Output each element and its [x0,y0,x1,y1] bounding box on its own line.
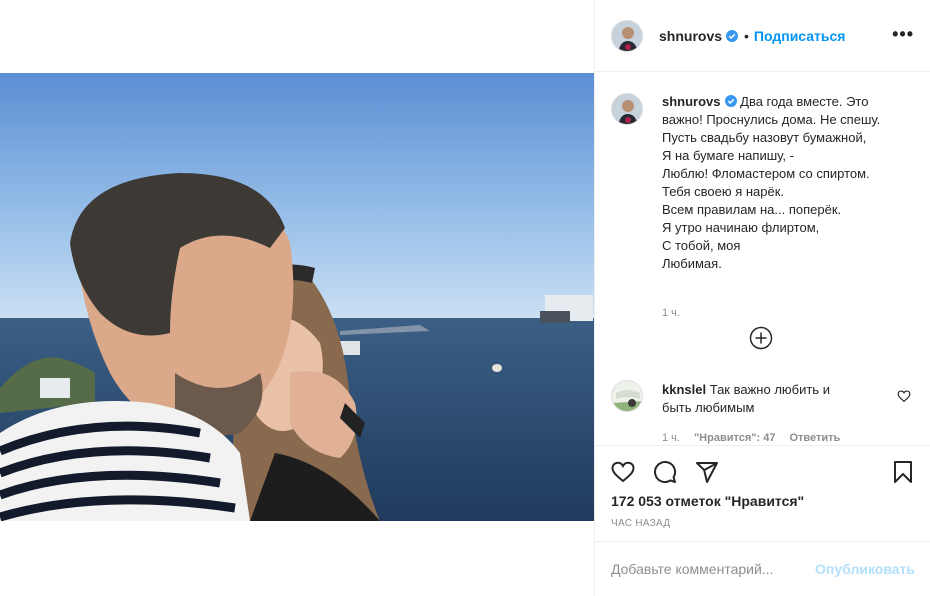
caption-author-avatar[interactable] [611,93,643,125]
author-avatar[interactable] [611,19,643,52]
caption-avatar-image [612,94,642,124]
plus-circle-icon[interactable] [749,326,773,350]
comment-input[interactable] [611,561,816,577]
author-avatar-image [612,20,642,51]
follow-button[interactable]: Подписаться [754,28,846,44]
commenter-username[interactable]: kknslel [662,382,706,397]
post-header: shnurovs • Подписаться ••• [595,0,930,72]
comment-likes[interactable]: "Нравится": 47 [694,432,775,444]
caption-poem: Пусть свадьбу назовут бумажной, Я на бум… [662,130,870,271]
post-side-panel: shnurovs • Подписаться ••• shnurovs Два … [594,0,930,596]
add-comment-bar: Опубликовать [595,541,930,596]
comments-section[interactable]: shnurovs Два года вместе. Это важно! Про… [595,73,930,445]
paper-plane-icon[interactable] [695,460,719,484]
caption-text: shnurovs Два года вместе. Это важно! Про… [662,93,912,273]
comment-heart-icon[interactable] [897,389,911,403]
commenter-avatar-image [612,381,642,411]
commenter-avatar[interactable] [611,380,643,412]
comment-time[interactable]: 1 ч. [662,432,680,444]
author-username[interactable]: shnurovs [659,28,722,44]
comment-text: kknslel Так важно любить и быть любимым [662,381,862,417]
caption-username[interactable]: shnurovs [662,94,721,109]
post-timestamp[interactable]: час назад [611,518,670,529]
action-icons [611,460,719,484]
post-actions: 172 053 отметок "Нравится" час назад [595,445,930,545]
post-photo-image [0,73,594,521]
caption-time[interactable]: 1 ч. [662,307,680,319]
comment-meta: 1 ч. "Нравится": 47 Ответить [662,432,854,444]
publish-button[interactable]: Опубликовать [815,561,915,577]
likes-count[interactable]: 172 053 отметок "Нравится" [611,493,804,509]
heart-icon[interactable] [611,460,635,484]
comment-bubble-icon[interactable] [653,460,677,484]
bookmark-icon[interactable] [891,460,915,484]
reply-button[interactable]: Ответить [789,432,840,444]
more-options-button[interactable]: ••• [892,25,914,43]
header-separator: • [744,27,749,44]
photo-area [0,0,594,596]
verified-badge-icon [724,95,737,107]
post-photo[interactable] [0,73,594,521]
verified-badge-icon [726,29,739,42]
